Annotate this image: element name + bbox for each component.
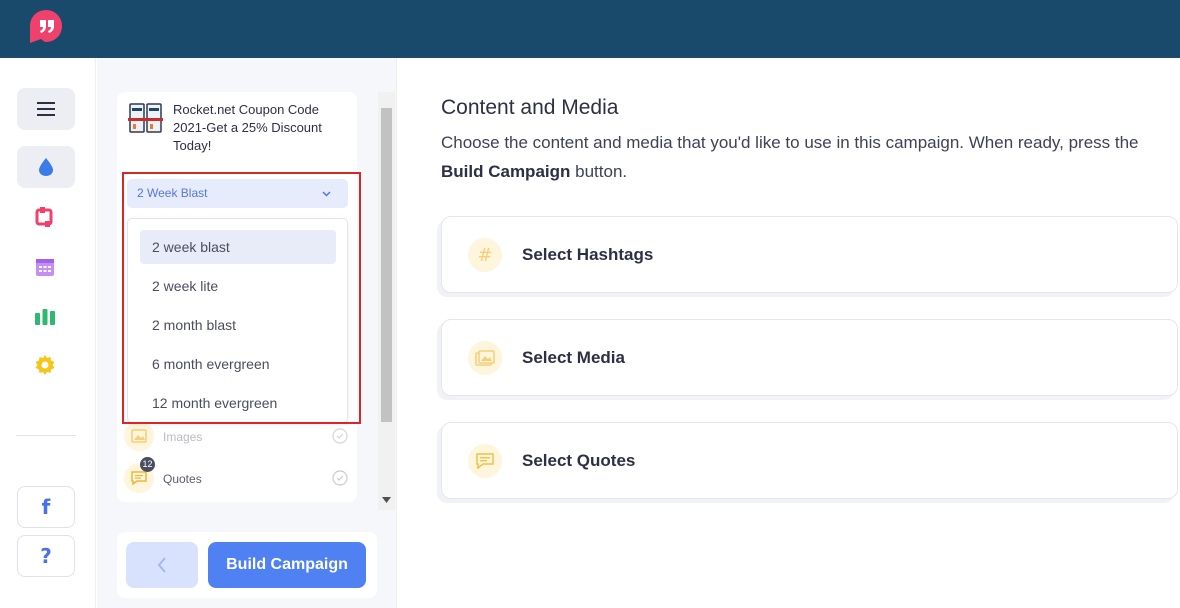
menu-icon (37, 102, 55, 116)
calendar-nav-button[interactable] (32, 254, 58, 280)
scrollbar-thumb[interactable] (381, 108, 392, 422)
image-icon (468, 341, 502, 375)
post-title: Rocket.net Coupon Code 2021-Get a 25% Di… (173, 102, 322, 153)
repeat-nav-button[interactable] (32, 204, 58, 230)
analytics-nav-button[interactable] (32, 303, 58, 329)
repeat-icon (35, 207, 53, 227)
check-circle-icon (332, 428, 348, 444)
gear-icon (35, 355, 55, 375)
facebook-icon: f (41, 495, 51, 519)
rail-divider (16, 435, 76, 436)
list-item-label: Quotes (163, 472, 202, 486)
settings-nav-button[interactable] (32, 352, 58, 378)
description-emphasis: Build Campaign (441, 162, 571, 181)
chevron-left-icon (157, 557, 166, 573)
select-quotes-card[interactable]: Select Quotes (441, 422, 1178, 499)
menu-button[interactable] (17, 88, 75, 130)
image-icon (124, 421, 154, 451)
page-description: Choose the content and media that you'd … (441, 128, 1177, 186)
check-circle-icon (332, 470, 348, 486)
select-hashtags-card[interactable]: # Select Hashtags (441, 216, 1178, 293)
post-thumbnail (128, 101, 163, 135)
hashtag-icon: # (468, 238, 502, 272)
calendar-icon (36, 259, 54, 276)
campaigns-nav-button[interactable] (17, 146, 75, 188)
card-label: Select Media (522, 348, 625, 367)
description-text-end: button. (570, 162, 628, 181)
list-item-quotes[interactable]: 12 Quotes (122, 457, 352, 496)
count-badge: 12 (140, 457, 155, 472)
quote-bubble-logo-icon[interactable] (29, 9, 63, 45)
page-title: Content and Media (441, 96, 619, 119)
scroll-down-icon[interactable] (382, 497, 391, 503)
card-label: Select Quotes (522, 451, 636, 470)
back-button[interactable] (126, 542, 198, 588)
quote-icon (468, 444, 502, 478)
drop-icon (39, 158, 53, 176)
help-icon: ? (40, 544, 52, 568)
select-media-card[interactable]: Select Media (441, 319, 1178, 396)
description-text: Choose the content and media that you'd … (441, 133, 1139, 152)
highlight-frame (122, 172, 361, 424)
facebook-button[interactable]: f (17, 486, 75, 528)
panel-scrollbar[interactable] (378, 92, 395, 510)
card-label: Select Hashtags (522, 245, 654, 264)
hashtag-glyph: # (477, 244, 493, 266)
top-bar (0, 0, 1180, 58)
chart-icon (35, 309, 55, 325)
build-campaign-button[interactable]: Build Campaign (208, 542, 366, 588)
list-item-label: Images (163, 430, 203, 444)
help-button[interactable]: ? (17, 535, 75, 577)
